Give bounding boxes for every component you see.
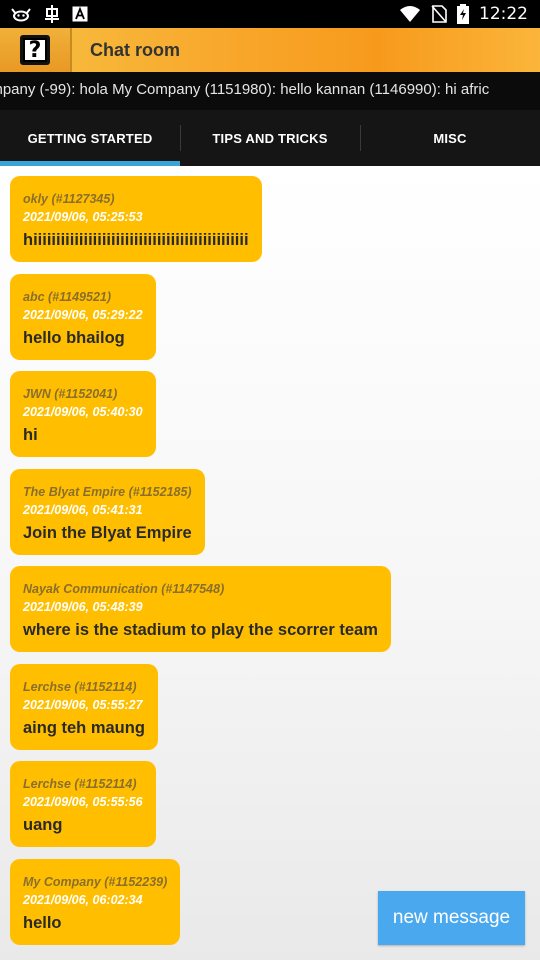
message-author: abc (#1149521) bbox=[23, 290, 112, 304]
message-author: JWN (#1152041) bbox=[23, 387, 118, 401]
chat-message: The Blyat Empire (#1152185) 2021/09/06, … bbox=[10, 469, 205, 555]
message-author: okly (#1127345) bbox=[23, 192, 115, 206]
help-button[interactable]: ? bbox=[0, 28, 72, 72]
a-notification-icon bbox=[72, 6, 88, 22]
message-author: Lerchse (#1152114) bbox=[23, 777, 137, 791]
chat-message-list[interactable]: okly (#1127345) 2021/09/06, 05:25:53 hii… bbox=[0, 166, 540, 960]
message-text: hi bbox=[23, 426, 38, 444]
tab-tips-and-tricks[interactable]: TIPS AND TRICKS bbox=[180, 110, 360, 166]
message-text: aing teh maung bbox=[23, 719, 145, 737]
chat-message: Lerchse (#1152114) 2021/09/06, 05:55:27 … bbox=[10, 664, 158, 750]
page-title: Chat room bbox=[90, 40, 180, 60]
new-message-button[interactable]: new message bbox=[378, 891, 525, 945]
tab-misc[interactable]: MISC bbox=[360, 110, 540, 166]
no-sim-icon bbox=[431, 5, 447, 23]
message-author: My Company (#1152239) bbox=[23, 875, 168, 889]
tab-bar: GETTING STARTED TIPS AND TRICKS MISC bbox=[0, 110, 540, 166]
tab-getting-started[interactable]: GETTING STARTED bbox=[0, 110, 180, 166]
status-time: 12:22 bbox=[479, 4, 528, 24]
message-timestamp: 2021/09/06, 05:25:53 bbox=[23, 210, 143, 224]
wifi-icon bbox=[399, 5, 421, 23]
chat-ticker: ompany (-99): hola My Company (1151980):… bbox=[0, 72, 540, 110]
message-timestamp: 2021/09/06, 05:55:27 bbox=[23, 698, 143, 712]
chat-message: abc (#1149521) 2021/09/06, 05:29:22 hell… bbox=[10, 274, 156, 360]
message-timestamp: 2021/09/06, 05:40:30 bbox=[23, 405, 143, 419]
message-timestamp: 2021/09/06, 05:41:31 bbox=[23, 503, 143, 517]
message-text: hiiiiiiiiiiiiiiiiiiiiiiiiiiiiiiiiiiiiiii… bbox=[23, 231, 249, 249]
message-author: Nayak Communication (#1147548) bbox=[23, 582, 225, 596]
message-text: hello bhailog bbox=[23, 329, 125, 347]
message-timestamp: 2021/09/06, 05:29:22 bbox=[23, 308, 143, 322]
message-timestamp: 2021/09/06, 05:48:39 bbox=[23, 600, 143, 614]
chat-message: Lerchse (#1152114) 2021/09/06, 05:55:56 … bbox=[10, 761, 156, 847]
cat-notification-icon bbox=[10, 6, 32, 22]
status-bar: 12:22 bbox=[0, 0, 540, 28]
app-bar: ? Chat room bbox=[0, 28, 540, 72]
chat-message: okly (#1127345) 2021/09/06, 05:25:53 hii… bbox=[10, 176, 262, 262]
chat-message: My Company (#1152239) 2021/09/06, 06:02:… bbox=[10, 859, 181, 945]
ticker-text: ompany (-99): hola My Company (1151980):… bbox=[0, 81, 490, 98]
message-author: Lerchse (#1152114) bbox=[23, 680, 137, 694]
message-text: uang bbox=[23, 816, 63, 834]
chat-message: Nayak Communication (#1147548) 2021/09/0… bbox=[10, 566, 391, 652]
bug-notification-icon bbox=[42, 4, 62, 24]
battery-charging-icon bbox=[457, 4, 469, 24]
help-icon: ? bbox=[20, 35, 50, 65]
chat-message: JWN (#1152041) 2021/09/06, 05:40:30 hi bbox=[10, 371, 156, 457]
message-text: where is the stadium to play the scorrer… bbox=[23, 621, 378, 639]
message-author: The Blyat Empire (#1152185) bbox=[23, 485, 192, 499]
message-text: Join the Blyat Empire bbox=[23, 524, 192, 542]
message-timestamp: 2021/09/06, 06:02:34 bbox=[23, 893, 143, 907]
message-text: hello bbox=[23, 914, 62, 932]
message-timestamp: 2021/09/06, 05:55:56 bbox=[23, 795, 143, 809]
